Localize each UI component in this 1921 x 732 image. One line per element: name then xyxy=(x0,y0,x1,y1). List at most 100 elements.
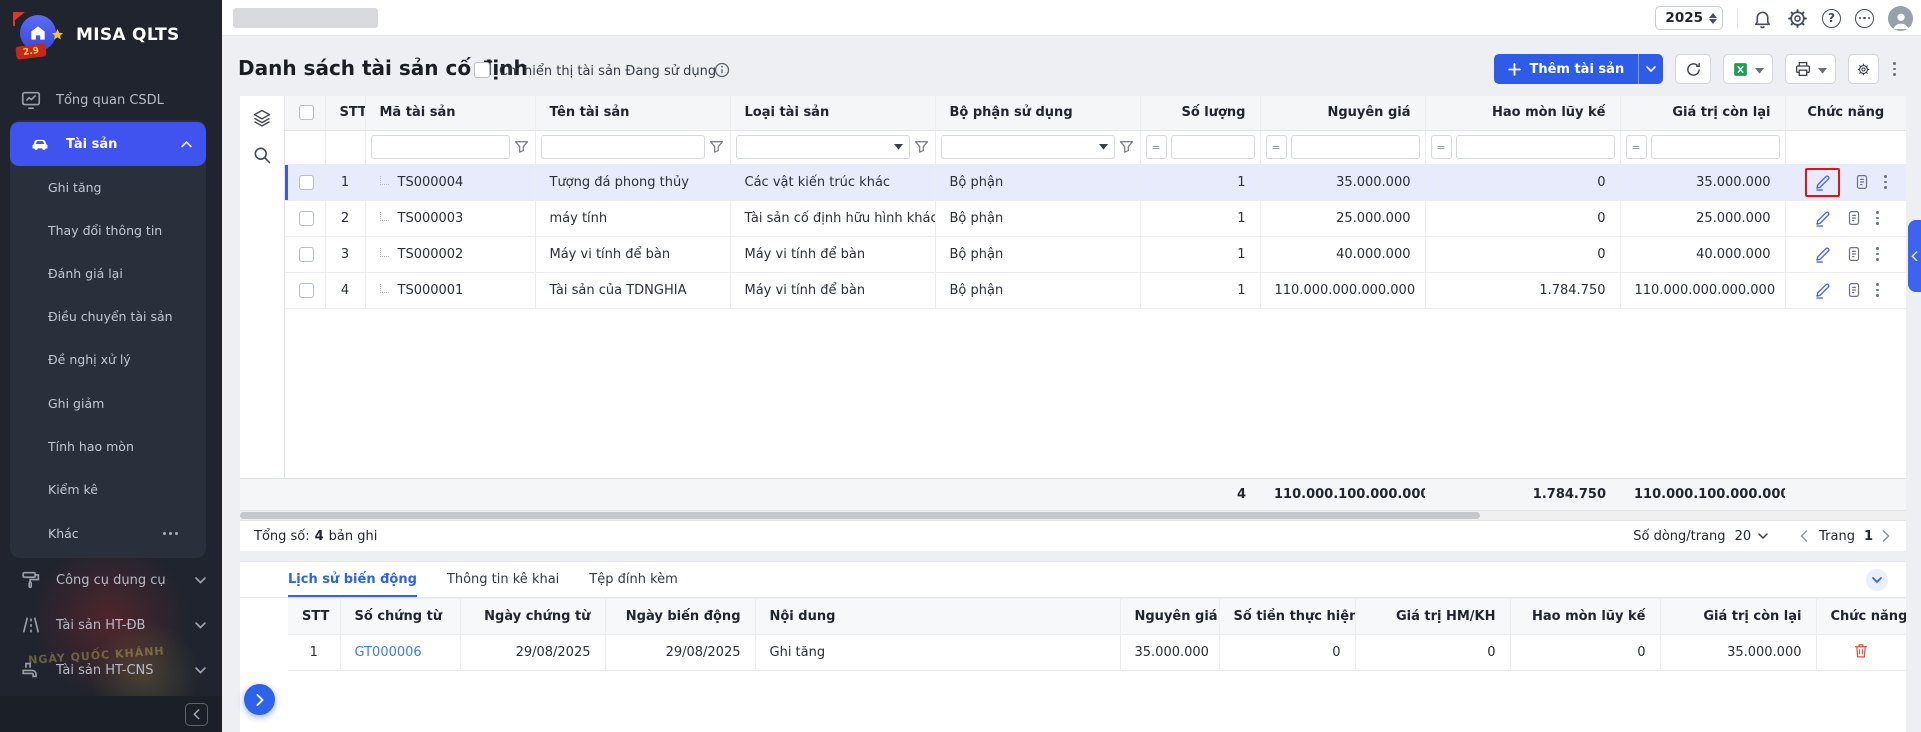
column-header-chuc-nang: Chức năng xyxy=(1785,96,1906,130)
collapse-detail-icon[interactable] xyxy=(1866,569,1888,591)
filter-operator-equals[interactable]: = xyxy=(1431,135,1452,159)
filter-input-so-luong[interactable] xyxy=(1171,135,1255,159)
sidebar-collapse-button[interactable] xyxy=(185,703,208,726)
funnel-icon[interactable] xyxy=(709,139,725,155)
sidebar-item-tong-quan-csdl[interactable]: Tổng quan CSDL xyxy=(0,80,222,120)
edit-icon[interactable] xyxy=(1813,281,1832,300)
copy-icon[interactable] xyxy=(1845,281,1863,299)
subitem-label: Thay đổi thông tin xyxy=(48,223,162,238)
filter-operator-equals[interactable]: = xyxy=(1626,135,1647,159)
pipe-icon xyxy=(20,659,42,681)
sidebar-subitem-ghi-tang[interactable]: Ghi tăng xyxy=(10,166,206,208)
history-row[interactable]: 1 GT000006 29/08/2025 29/08/2025 Ghi tăn… xyxy=(288,635,1906,671)
copy-icon[interactable] xyxy=(1845,209,1863,227)
sidebar-subitem-dieu-chuyen-tai-san[interactable]: Điều chuyển tài sản xyxy=(10,295,206,337)
sidebar-item-tai-san-ht-cns[interactable]: Tài sản HT-CNS xyxy=(0,650,222,690)
help-icon[interactable]: ? xyxy=(1822,9,1841,28)
row-checkbox[interactable] xyxy=(299,283,314,298)
filter-input-gia-tri-con-lai[interactable] xyxy=(1651,135,1780,159)
edit-icon[interactable] xyxy=(1813,245,1832,264)
next-page-icon[interactable] xyxy=(1882,530,1892,542)
user-avatar[interactable] xyxy=(1888,6,1913,31)
sidebar-subitem-thay-doi-thong-tin[interactable]: Thay đổi thông tin xyxy=(10,209,206,251)
star-icon xyxy=(51,28,64,41)
row-checkbox[interactable] xyxy=(299,175,314,190)
column-header-bo-phan[interactable]: Bộ phận sử dụng xyxy=(935,96,1140,130)
document-link[interactable]: GT000006 xyxy=(355,645,422,660)
edit-icon[interactable] xyxy=(1813,209,1832,228)
sidebar-item-tai-san-ht-db[interactable]: Tài sản HT-ĐB xyxy=(0,605,222,645)
export-excel-button[interactable] xyxy=(1723,54,1773,84)
right-panel-handle[interactable] xyxy=(1908,220,1921,292)
filter-select-loai-tai-san[interactable] xyxy=(736,135,910,159)
row-more-icon[interactable] xyxy=(1876,247,1879,261)
copy-icon[interactable] xyxy=(1845,245,1863,263)
spinner-arrows-icon[interactable] xyxy=(1709,13,1717,24)
sidebar-subitem-khac[interactable]: Khác xyxy=(10,512,206,554)
tab-tep-dinh-kem[interactable]: Tệp đính kèm xyxy=(589,562,678,597)
table-row[interactable]: 1 TS000004 Tượng đá phong thủy Các vật k… xyxy=(285,164,1906,200)
table-row[interactable]: 3 TS000002 Máy vi tính để bàn Máy vi tín… xyxy=(285,236,1906,272)
settings-gear-icon[interactable] xyxy=(1787,8,1808,29)
delete-icon[interactable] xyxy=(1852,641,1870,660)
funnel-icon[interactable] xyxy=(1119,139,1135,155)
row-more-icon[interactable] xyxy=(1884,175,1887,189)
filter-input-ten-tai-san[interactable] xyxy=(541,135,705,159)
column-header-hao-mon[interactable]: Hao mòn lũy kế xyxy=(1425,96,1620,130)
scrollbar-thumb[interactable] xyxy=(240,512,1480,519)
filter-operator-equals[interactable]: = xyxy=(1266,135,1287,159)
add-asset-button[interactable]: Thêm tài sản xyxy=(1494,54,1638,84)
column-header-ma-tai-san[interactable]: Mã tài sản xyxy=(365,96,535,130)
grid-settings-button[interactable] xyxy=(1848,54,1879,84)
filter-operator-equals[interactable]: = xyxy=(1146,135,1167,159)
prev-page-icon[interactable] xyxy=(1800,530,1810,542)
filter-input-ma-tai-san[interactable] xyxy=(371,135,510,159)
expand-panel-button[interactable] xyxy=(244,684,275,715)
row-checkbox[interactable] xyxy=(299,247,314,262)
column-header-stt[interactable]: STT xyxy=(325,96,365,130)
sidebar-subitem-de-nghi-xu-ly[interactable]: Đề nghị xử lý xyxy=(10,338,206,380)
sidebar-item-tai-san[interactable]: Tài sản xyxy=(10,122,206,166)
page-number[interactable]: 1 xyxy=(1864,529,1873,544)
search-icon[interactable] xyxy=(252,145,272,165)
column-header-nguyen-gia[interactable]: Nguyên giá xyxy=(1260,96,1425,130)
add-asset-dropdown-toggle[interactable] xyxy=(1638,54,1663,84)
column-header-loai-tai-san[interactable]: Loại tài sản xyxy=(730,96,935,130)
table-row[interactable]: 2 TS000003 máy tính Tài sản cố định hữu … xyxy=(285,200,1906,236)
info-icon[interactable] xyxy=(714,62,730,78)
notification-bell-icon[interactable] xyxy=(1752,8,1773,29)
fiscal-year-spinner[interactable]: 2025 xyxy=(1655,6,1723,30)
per-page-select[interactable]: 20 xyxy=(1735,529,1769,544)
filter-input-nguyen-gia[interactable] xyxy=(1291,135,1420,159)
funnel-icon[interactable] xyxy=(914,139,930,155)
filter-input-hao-mon[interactable] xyxy=(1456,135,1615,159)
filter-select-bo-phan[interactable] xyxy=(941,135,1115,159)
layers-icon[interactable] xyxy=(252,108,272,128)
column-header-ten-tai-san[interactable]: Tên tài sản xyxy=(535,96,730,130)
more-options-icon[interactable] xyxy=(1855,9,1874,28)
table-row[interactable]: 4 TS000001 Tài sản của TDNGHIA Máy vi tí… xyxy=(285,272,1906,308)
row-more-icon[interactable] xyxy=(1876,283,1879,297)
copy-icon[interactable] xyxy=(1853,173,1871,191)
sidebar-item-cong-cu-dung-cu[interactable]: Công cụ dụng cụ xyxy=(0,560,222,600)
more-actions-button[interactable] xyxy=(1891,54,1898,84)
chevron-up-icon xyxy=(181,137,192,152)
funnel-icon[interactable] xyxy=(514,139,530,155)
show-in-use-checkbox[interactable] xyxy=(474,62,490,78)
tab-lich-su-bien-dong[interactable]: Lịch sử biến động xyxy=(288,562,417,597)
column-header-so-luong[interactable]: Số lượng xyxy=(1140,96,1260,130)
dcol-stt: STT xyxy=(288,599,340,635)
sidebar-subitem-danh-gia-lai[interactable]: Đánh giá lại xyxy=(10,252,206,294)
edit-icon[interactable] xyxy=(1813,173,1832,192)
sidebar-subitem-kiem-ke[interactable]: Kiểm kê xyxy=(10,468,206,510)
print-button[interactable] xyxy=(1785,54,1836,84)
column-header-gia-tri-con-lai[interactable]: Giá trị còn lại xyxy=(1620,96,1785,130)
sidebar-subitem-ghi-giam[interactable]: Ghi giảm xyxy=(10,382,206,424)
tab-thong-tin-ke-khai[interactable]: Thông tin kê khai xyxy=(447,562,559,597)
select-all-header[interactable] xyxy=(285,96,325,130)
row-checkbox[interactable] xyxy=(299,211,314,226)
row-more-icon[interactable] xyxy=(1876,211,1879,225)
refresh-button[interactable] xyxy=(1675,54,1711,84)
select-all-checkbox[interactable] xyxy=(299,105,314,120)
sidebar-subitem-tinh-hao-mon[interactable]: Tính hao mòn xyxy=(10,425,206,467)
